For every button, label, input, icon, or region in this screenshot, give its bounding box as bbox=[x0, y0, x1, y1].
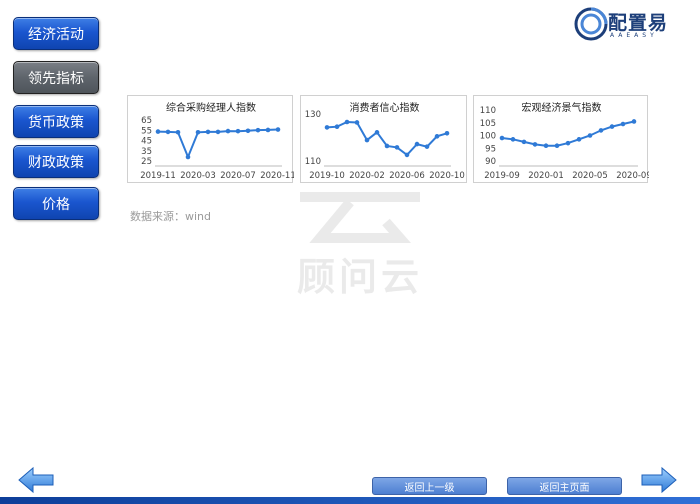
watermark-text: 顾问云 bbox=[296, 255, 423, 299]
brand-logo: 配置易 AAEASY bbox=[574, 6, 694, 46]
logo-subtitle: AAEASY bbox=[610, 32, 658, 39]
data-point bbox=[631, 119, 637, 124]
x-tick-label: 2020-01 bbox=[528, 171, 564, 181]
sidebar-item-economic-activity[interactable]: 经济活动 bbox=[13, 17, 99, 50]
data-point bbox=[598, 128, 604, 133]
data-point bbox=[404, 152, 410, 158]
data-point bbox=[354, 120, 360, 125]
data-point bbox=[587, 133, 593, 138]
data-point bbox=[344, 119, 350, 125]
y-tick-label: 55 bbox=[141, 126, 152, 136]
chart-macro-climate: 宏观经济景气指数 90 95 100 105 110 2019-09 2020-01 2020-… bbox=[473, 95, 649, 183]
data-point bbox=[565, 140, 571, 146]
x-tick-label: 2020-05 bbox=[572, 171, 608, 181]
data-point bbox=[215, 129, 221, 135]
sidebar-item-label: 价格 bbox=[42, 196, 70, 213]
data-source-note: 数据来源：wind bbox=[130, 210, 212, 223]
data-point bbox=[394, 145, 400, 150]
x-tick-label: 2020-03 bbox=[180, 171, 216, 181]
data-point bbox=[499, 135, 505, 141]
sidebar-item-leading-indicators[interactable]: 领先指标 bbox=[13, 61, 99, 94]
data-point bbox=[205, 129, 211, 135]
sidebar-item-monetary-policy[interactable]: 货币政策 bbox=[13, 105, 99, 138]
data-point bbox=[576, 137, 582, 142]
x-tick-label: 2020-02 bbox=[349, 171, 385, 181]
data-point bbox=[265, 127, 271, 133]
data-point bbox=[444, 130, 450, 136]
data-point bbox=[424, 144, 430, 149]
data-point bbox=[255, 127, 261, 133]
data-point bbox=[364, 137, 370, 143]
x-tick-label: 2020-06 bbox=[389, 171, 425, 181]
sidebar-item-price[interactable]: 价格 bbox=[13, 187, 99, 220]
y-tick-label: 65 bbox=[141, 116, 152, 126]
prev-arrow-button[interactable] bbox=[18, 466, 54, 498]
back-home-label: 返回主页面 bbox=[539, 482, 590, 494]
logo-mark-icon bbox=[574, 7, 608, 41]
y-tick-label: 35 bbox=[141, 147, 152, 157]
sidebar-item-label: 货币政策 bbox=[28, 114, 84, 131]
arrow-left-icon bbox=[18, 466, 54, 494]
chart-pmi: 综合采购经理人指数 25 35 45 55 65 2019-11 2020-03 2020-07… bbox=[127, 95, 294, 183]
data-point bbox=[620, 121, 626, 127]
data-point bbox=[245, 128, 251, 134]
x-tick-label: 2020-11 bbox=[260, 171, 294, 181]
sidebar-item-label: 财政政策 bbox=[28, 154, 84, 171]
logo-name: 配置易 bbox=[608, 12, 669, 34]
data-point bbox=[225, 128, 231, 134]
y-tick-label: 110 bbox=[305, 157, 321, 167]
chart-macro-climate-svg: 宏观经济景气指数 90 95 100 105 110 2019-09 2020-01 2020-… bbox=[480, 101, 649, 181]
chart-title: 宏观经济景气指数 bbox=[522, 101, 602, 114]
data-point bbox=[275, 127, 281, 132]
series-line bbox=[326, 120, 448, 157]
sidebar-item-fiscal-policy[interactable]: 财政政策 bbox=[13, 145, 99, 178]
data-point bbox=[185, 154, 191, 160]
x-tick-label: 2020-07 bbox=[220, 171, 256, 181]
arrow-right-icon bbox=[641, 466, 677, 494]
data-point bbox=[165, 129, 171, 135]
back-up-level-label: 返回上一级 bbox=[404, 482, 455, 494]
data-point bbox=[510, 137, 516, 142]
chart-title: 消费者信心指数 bbox=[350, 101, 420, 114]
data-point bbox=[175, 130, 181, 135]
sidebar-item-label: 经济活动 bbox=[28, 26, 84, 43]
y-tick-label: 100 bbox=[480, 132, 496, 142]
y-tick-label: 45 bbox=[141, 137, 152, 147]
data-point bbox=[414, 141, 420, 147]
data-point bbox=[532, 142, 538, 147]
data-point bbox=[235, 128, 241, 134]
data-point bbox=[334, 124, 340, 129]
chart-consumer-confidence: 消费者信心指数 110 130 2019-10 2020-02 2020-06 2020-1… bbox=[300, 95, 467, 183]
y-tick-label: 90 bbox=[485, 157, 496, 167]
x-tick-label: 2019-11 bbox=[140, 171, 176, 181]
chart-pmi-svg: 综合采购经理人指数 2535455565 2019-11 2020-03 2020-07… bbox=[140, 101, 294, 181]
x-tick-label: 2019-10 bbox=[309, 171, 345, 181]
bottom-bar bbox=[0, 497, 700, 504]
data-point bbox=[543, 143, 549, 148]
y-tick-label: 95 bbox=[485, 144, 496, 154]
data-point bbox=[324, 125, 330, 130]
sidebar-item-label: 领先指标 bbox=[28, 70, 84, 87]
x-tick-label: 2020-10 bbox=[429, 171, 465, 181]
y-tick-label: 25 bbox=[141, 157, 152, 167]
chart-consumer-confidence-svg: 消费者信心指数 110 130 2019-10 2020-02 2020-06 2020-1… bbox=[305, 101, 465, 181]
data-point bbox=[521, 139, 527, 145]
data-point bbox=[554, 143, 560, 148]
next-arrow-button[interactable] bbox=[641, 466, 677, 498]
y-tick-label: 130 bbox=[305, 110, 321, 120]
back-home-button[interactable]: 返回主页面 bbox=[507, 477, 622, 495]
data-point bbox=[609, 124, 615, 129]
data-point bbox=[155, 129, 161, 134]
chart-title: 综合采购经理人指数 bbox=[166, 101, 256, 114]
data-point bbox=[195, 130, 201, 135]
y-tick-label: 105 bbox=[480, 119, 496, 129]
y-tick-label: 110 bbox=[480, 106, 496, 116]
data-point bbox=[374, 130, 380, 135]
data-point bbox=[434, 134, 440, 139]
x-tick-label: 2020-09 bbox=[616, 171, 649, 181]
x-tick-label: 2019-09 bbox=[484, 171, 520, 181]
data-point bbox=[384, 143, 390, 149]
back-up-level-button[interactable]: 返回上一级 bbox=[372, 477, 487, 495]
